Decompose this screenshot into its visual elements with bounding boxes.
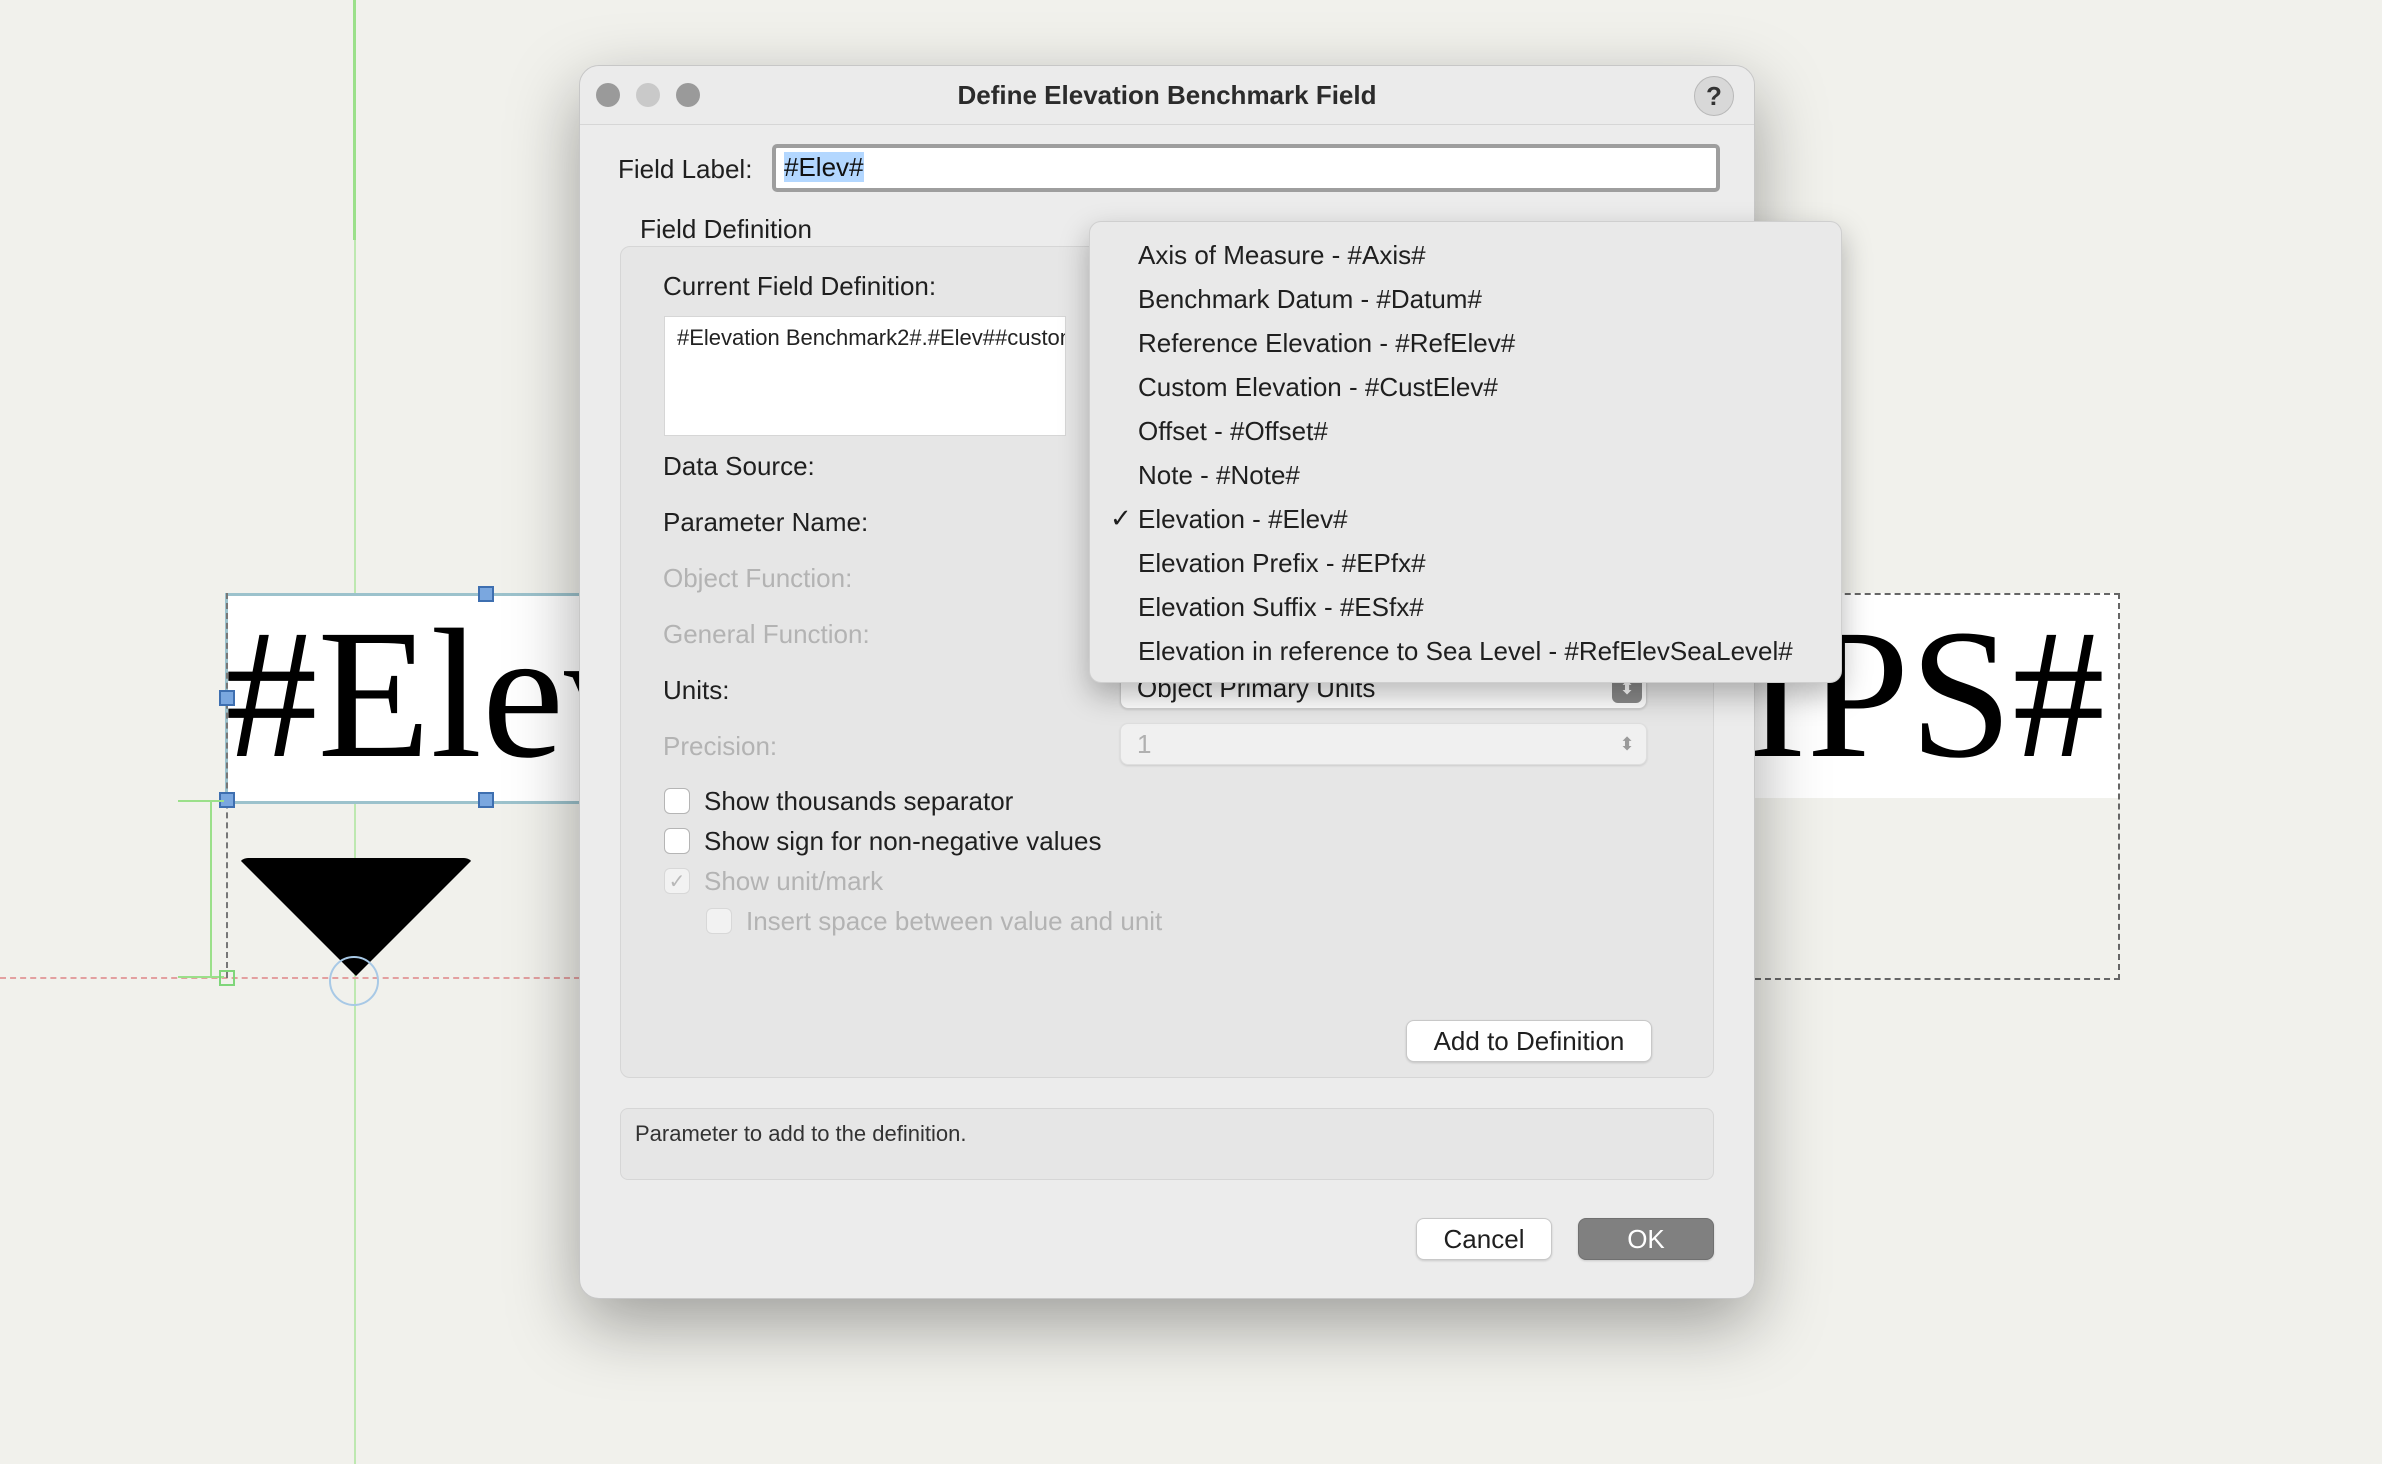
dimension-line <box>210 800 212 978</box>
current-definition-value: #Elevation Benchmark2#.#Elev##custom <box>677 325 1066 350</box>
precision-label: Precision: <box>663 731 778 761</box>
insertion-point-marker[interactable] <box>329 956 379 1006</box>
checkmark-icon: ✓ <box>1110 503 1132 533</box>
dimension-tick-bottom <box>178 976 224 978</box>
object-function-label: Object Function: <box>663 563 853 593</box>
menu-item-label: Benchmark Datum - #Datum# <box>1138 284 1482 314</box>
help-button[interactable]: ? <box>1694 76 1734 116</box>
canvas-guide-vertical-highlight <box>353 0 356 240</box>
dialog-title: Define Elevation Benchmark Field <box>957 80 1377 110</box>
canvas-selection-edge <box>226 593 231 978</box>
checkbox-label: Show unit/mark <box>704 866 884 896</box>
field-label-input[interactable]: #Elev# <box>772 144 1720 192</box>
menu-item-cust-elev[interactable]: Custom Elevation - #CustElev# <box>1090 366 1841 410</box>
dialog-titlebar: Define Elevation Benchmark Field ? <box>580 66 1754 125</box>
menu-item-note[interactable]: Note - #Note# <box>1090 454 1841 498</box>
selection-handle-left[interactable] <box>219 690 235 706</box>
checkbox-label: Show sign for non-negative values <box>704 826 1102 856</box>
menu-item-elev-prefix[interactable]: Elevation Prefix - #EPfx# <box>1090 542 1841 586</box>
checkbox-label: Insert space between value and unit <box>746 906 1163 936</box>
snap-point-marker <box>219 970 235 986</box>
menu-item-label: Elevation Prefix - #EPfx# <box>1138 548 1426 578</box>
chevron-up-down-icon: ⬍ <box>1619 734 1635 754</box>
menu-item-label: Note - #Note# <box>1138 460 1300 490</box>
add-to-definition-button[interactable]: Add to Definition <box>1406 1020 1652 1062</box>
selection-handle-bottom[interactable] <box>478 792 494 808</box>
field-label-value: #Elev# <box>784 152 864 182</box>
checkbox-label: Show thousands separator <box>704 786 1014 816</box>
checkbox-box <box>706 908 732 934</box>
parameter-name-label: Parameter Name: <box>663 507 869 537</box>
menu-item-elev[interactable]: ✓ Elevation - #Elev# <box>1090 498 1841 542</box>
menu-item-label: Axis of Measure - #Axis# <box>1138 240 1426 270</box>
menu-item-datum[interactable]: Benchmark Datum - #Datum# <box>1090 278 1841 322</box>
checkbox-box[interactable] <box>664 828 690 854</box>
precision-popup: 1 ⬍ <box>1120 723 1647 765</box>
menu-item-offset[interactable]: Offset - #Offset# <box>1090 410 1841 454</box>
help-text-area: Parameter to add to the definition. <box>620 1108 1714 1180</box>
current-definition-textarea[interactable]: #Elevation Benchmark2#.#Elev##custom <box>664 316 1066 436</box>
menu-item-label: Reference Elevation - #RefElev# <box>1138 328 1516 358</box>
menu-item-label: Elevation - #Elev# <box>1138 504 1348 534</box>
canvas-text-left: #Elev <box>225 602 581 787</box>
ok-button[interactable]: OK <box>1578 1218 1714 1260</box>
menu-item-axis[interactable]: Axis of Measure - #Axis# <box>1090 234 1841 278</box>
canvas-baseline <box>0 977 580 979</box>
menu-item-elev-suffix[interactable]: Elevation Suffix - #ESfx# <box>1090 586 1841 630</box>
field-definition-group-title: Field Definition <box>640 214 812 244</box>
menu-item-label: Elevation Suffix - #ESfx# <box>1138 592 1424 622</box>
menu-item-label: Elevation in reference to Sea Level - #R… <box>1138 636 1793 666</box>
field-label-caption: Field Label: <box>618 154 753 184</box>
menu-item-ref-elev[interactable]: Reference Elevation - #RefElev# <box>1090 322 1841 366</box>
checkmark-icon: ✓ <box>664 868 690 894</box>
menu-item-label: Offset - #Offset# <box>1138 416 1328 446</box>
help-text: Parameter to add to the definition. <box>635 1121 967 1146</box>
parameter-name-menu: Axis of Measure - #Axis# Benchmark Datum… <box>1089 221 1842 683</box>
dimension-tick-top <box>178 800 224 802</box>
menu-item-elev-sea-level[interactable]: Elevation in reference to Sea Level - #R… <box>1090 630 1841 674</box>
menu-item-label: Custom Elevation - #CustElev# <box>1138 372 1498 402</box>
selection-handle-top[interactable] <box>478 586 494 602</box>
checkbox-box[interactable] <box>664 788 690 814</box>
precision-popup-value: 1 <box>1137 729 1152 759</box>
cancel-button[interactable]: Cancel <box>1416 1218 1552 1260</box>
current-definition-label: Current Field Definition: <box>663 271 937 301</box>
data-source-label: Data Source: <box>663 451 815 481</box>
units-label: Units: <box>663 675 730 705</box>
general-function-label: General Function: <box>663 619 870 649</box>
